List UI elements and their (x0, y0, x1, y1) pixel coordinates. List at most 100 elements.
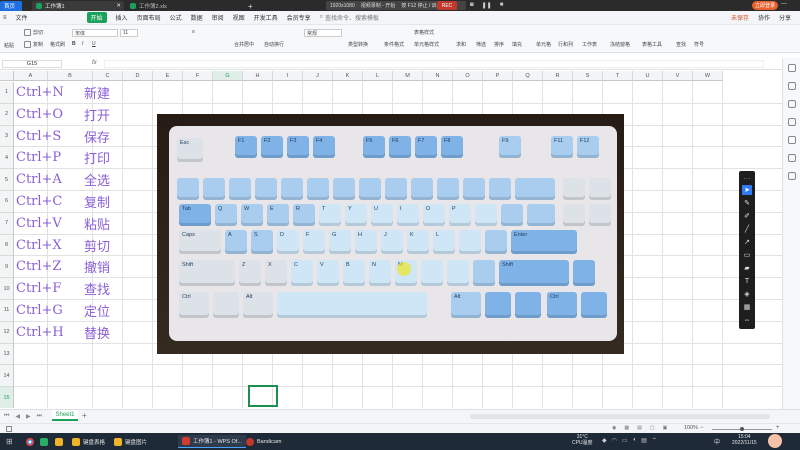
ime-indicator[interactable]: 中 (714, 437, 720, 446)
font-select[interactable]: 宋体 (72, 29, 118, 37)
arrow-icon[interactable]: ↗ (742, 237, 752, 247)
column-header-h[interactable]: H (243, 71, 273, 81)
cell-button[interactable]: 单元格 (536, 41, 551, 48)
shield-icon[interactable]: ◆ (602, 437, 607, 444)
battery-icon[interactable]: ▭ (622, 437, 628, 444)
align-top-icon[interactable]: ≡ (192, 29, 195, 35)
row-header-3[interactable]: 3 (0, 125, 14, 148)
eraser-icon[interactable]: ◈ (742, 289, 752, 299)
tab-workbook2[interactable]: 工作簿2.xls (126, 1, 226, 11)
cell-shortcut[interactable]: Ctrl+V (16, 213, 82, 234)
zoom-slider-thumb[interactable] (740, 427, 744, 431)
format-painter-button[interactable]: 格式刷 (50, 41, 65, 48)
unsaved-indicator[interactable]: 未保存 (731, 13, 749, 22)
cell-action[interactable]: 复制 (84, 191, 134, 212)
cell-shortcut[interactable]: Ctrl+C (16, 191, 82, 212)
worksheet-button[interactable]: 工作表 (582, 41, 597, 48)
collapse-icon[interactable]: ⇔ (742, 315, 752, 325)
cell-shortcut[interactable]: Ctrl+S (16, 126, 82, 147)
column-header-v[interactable]: V (663, 71, 693, 81)
zoom-in-icon[interactable]: + (776, 425, 780, 431)
fx-icon[interactable]: fx (92, 60, 97, 66)
copy-button[interactable]: 复制 (24, 41, 43, 48)
highlighter-icon[interactable]: ▰ (742, 263, 752, 273)
minimize-icon[interactable]: — (781, 1, 787, 7)
taskbar-app-bandicam[interactable]: Bandicam (246, 435, 281, 448)
column-header-b[interactable]: B (48, 71, 93, 81)
column-header-m[interactable]: M (393, 71, 423, 81)
add-sheet-button[interactable]: + (82, 411, 87, 420)
row-header-13[interactable]: 13 (0, 343, 14, 366)
row-header-2[interactable]: 2 (0, 103, 14, 126)
row-header-14[interactable]: 14 (0, 365, 14, 388)
cell-shortcut[interactable]: Ctrl+H (16, 322, 82, 343)
weather-widget[interactable]: 31°C CPU温度 (572, 434, 593, 446)
keyboard-photo[interactable]: Esc F1 F2 F3 F4 F5 F6 F7 F8 F9 F11 F12 Tab Q W E R T Y U I O P… (157, 114, 624, 354)
print-view-icon[interactable]: ▢ (650, 425, 655, 431)
name-box[interactable]: G15 (2, 60, 62, 68)
camera-icon[interactable]: ◙ (470, 2, 474, 9)
selected-cell[interactable] (248, 385, 278, 407)
next-sheet-icon[interactable]: ▶ (26, 413, 31, 420)
collaborate-button[interactable]: 协作 (758, 13, 770, 22)
row-header-12[interactable]: 12 (0, 321, 14, 344)
fill-button[interactable]: 填充 (512, 41, 522, 48)
row-header-11[interactable]: 11 (0, 300, 14, 322)
cell-action[interactable]: 保存 (84, 126, 134, 147)
row-header-6[interactable]: 6 (0, 191, 14, 213)
cell-action[interactable]: 查找 (84, 278, 134, 299)
taskbar-app-wps[interactable]: 工作簿1 - WPS Of... (178, 435, 246, 448)
column-header-l[interactable]: L (363, 71, 393, 81)
last-sheet-icon[interactable]: ⏭ (37, 413, 42, 420)
sort-button[interactable]: 排序 (494, 41, 504, 48)
cell-style-button[interactable]: 单元格样式 (414, 41, 439, 48)
pause-icon[interactable]: ❚❚ (482, 2, 492, 9)
row-header-8[interactable]: 8 (0, 234, 14, 257)
cell-shortcut[interactable]: Ctrl+N (16, 82, 82, 103)
filter-icon[interactable] (788, 136, 796, 144)
sync-icon[interactable] (788, 172, 796, 180)
menu-start[interactable]: 开始 (86, 12, 107, 23)
location-icon[interactable] (788, 154, 796, 162)
cell-action[interactable]: 打开 (84, 104, 134, 125)
menu-developer[interactable]: 开发工具 (254, 13, 278, 22)
row-col-button[interactable]: 行和列 (558, 41, 573, 48)
wrap-button[interactable]: 自动换行 (264, 41, 284, 48)
column-header-e[interactable]: E (153, 71, 183, 81)
menu-page-layout[interactable]: 页面布局 (137, 13, 161, 22)
cell-shortcut[interactable]: Ctrl+X (16, 235, 82, 256)
column-header-o[interactable]: O (453, 71, 483, 81)
column-header-d[interactable]: D (123, 71, 153, 81)
cell-action[interactable]: 撤销 (84, 256, 134, 277)
column-header-u[interactable]: U (633, 71, 663, 81)
network-icon[interactable]: ▤ (641, 437, 647, 444)
share-button[interactable]: 分享 (779, 13, 791, 22)
cell-shortcut[interactable]: Ctrl+O (16, 104, 82, 125)
symbol-button[interactable]: 符号 (694, 41, 704, 48)
expand-icon[interactable] (788, 64, 796, 72)
horizontal-scrollbar[interactable] (470, 414, 770, 419)
page-view-icon[interactable]: ▤ (637, 425, 642, 431)
pen-icon[interactable]: ✎ (742, 198, 752, 208)
reading-view-icon[interactable]: ▣ (663, 425, 668, 431)
tab-workbook1[interactable]: 工作簿1 ✕ (32, 1, 124, 11)
cell-shortcut[interactable]: Ctrl+A (16, 169, 82, 190)
menu-member[interactable]: 会员专享 (287, 13, 311, 22)
column-header-j[interactable]: J (303, 71, 333, 81)
table-style-button[interactable]: 表格样式 (414, 29, 434, 36)
normal-view-icon[interactable]: ▦ (624, 425, 629, 431)
column-header-k[interactable]: K (333, 71, 363, 81)
row-header-10[interactable]: 10 (0, 278, 14, 300)
cell-action[interactable]: 新建 (84, 82, 134, 103)
cell-shortcut[interactable]: Ctrl+Z (16, 256, 82, 277)
row-header-5[interactable]: 5 (0, 169, 14, 191)
rec-indicator[interactable]: REC (437, 1, 457, 10)
column-header-w[interactable]: W (693, 71, 723, 81)
wechat-button[interactable] (40, 435, 48, 448)
menu-data[interactable]: 数据 (191, 13, 203, 22)
merge-button[interactable]: 合并居中 (234, 41, 254, 48)
column-header-s[interactable]: S (573, 71, 603, 81)
select-icon[interactable] (788, 82, 796, 90)
marker-icon[interactable]: ✐ (742, 211, 752, 221)
column-header-t[interactable]: T (603, 71, 633, 81)
